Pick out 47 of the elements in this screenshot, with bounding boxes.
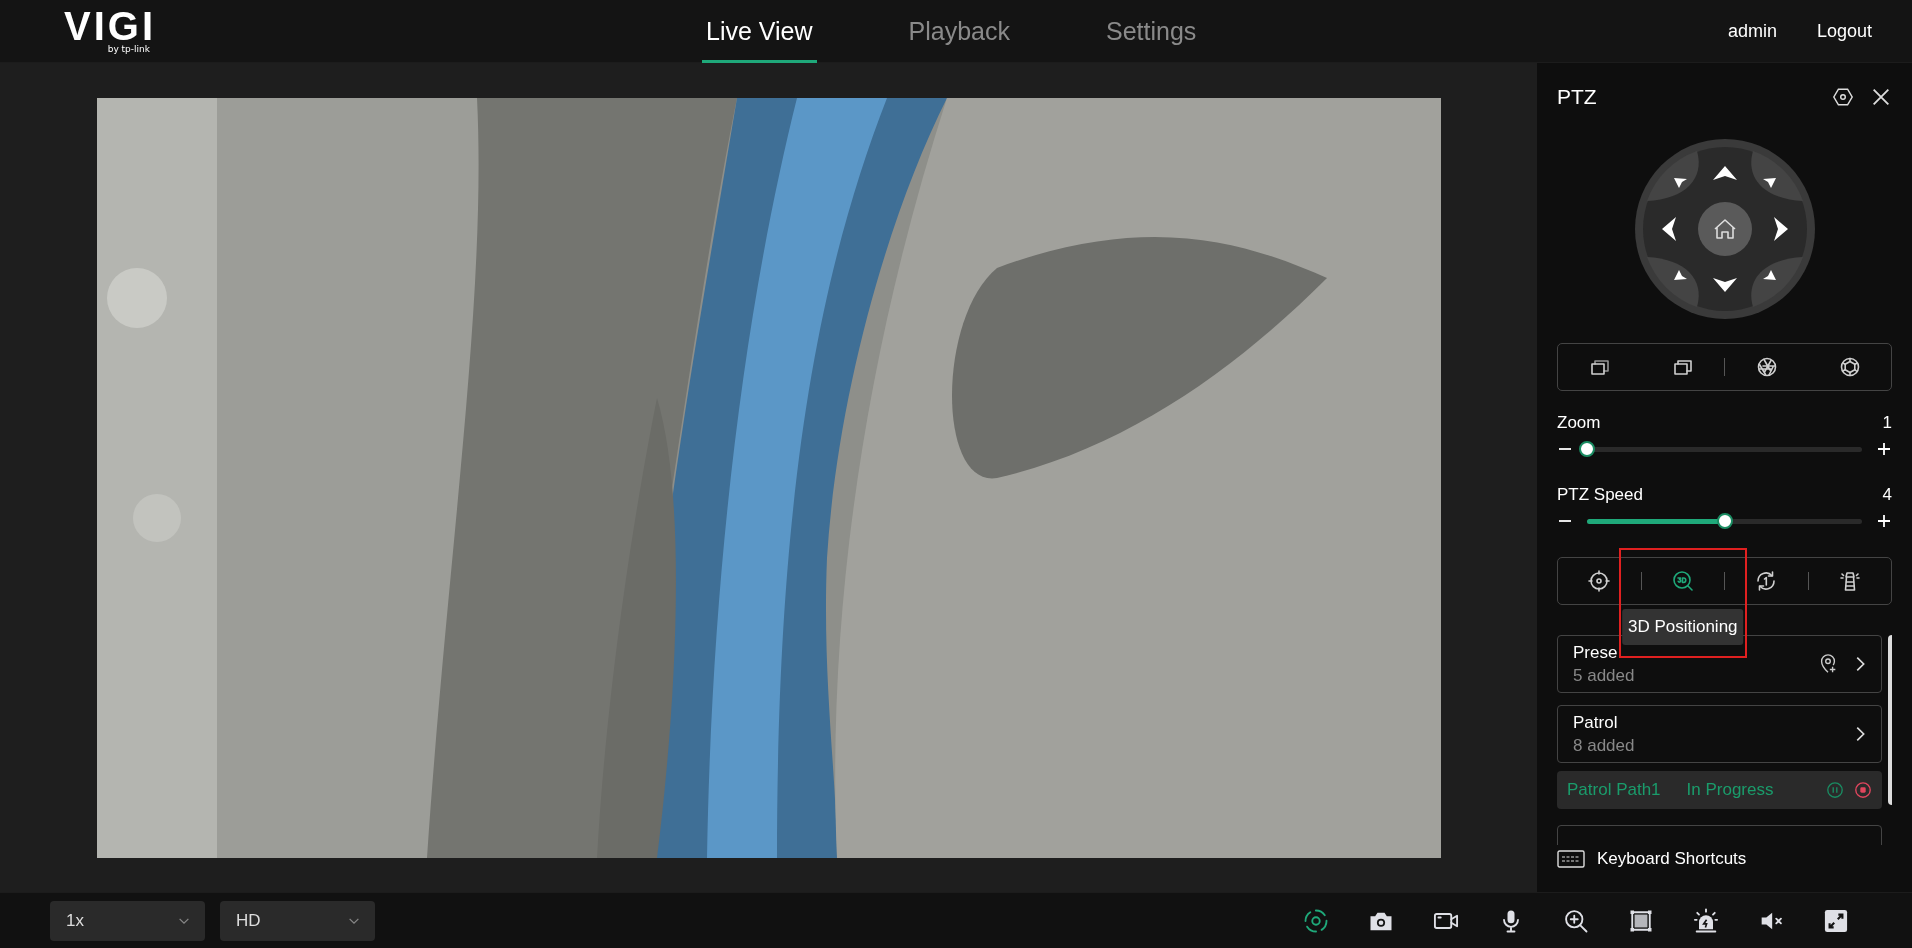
down-left-arrow-icon[interactable] — [1673, 270, 1687, 280]
slider-thumb[interactable] — [1579, 440, 1595, 457]
slider-label: Zoom — [1557, 413, 1601, 433]
logout-link[interactable]: Logout — [1816, 20, 1872, 42]
patrol-path-name: Patrol Path1 — [1567, 780, 1661, 800]
home-button[interactable] — [1697, 202, 1752, 256]
up-arrow-icon[interactable] — [1712, 166, 1737, 180]
tooltip: 3D Positioning — [1621, 609, 1744, 645]
close-icon[interactable] — [1870, 86, 1892, 108]
slider-value: 1 — [1882, 413, 1892, 433]
dropdown[interactable]: HD — [220, 900, 375, 941]
right-arrow-icon[interactable] — [1773, 217, 1788, 241]
list-card[interactable]: Patrol 8 added — [1557, 705, 1882, 763]
user-name: admin — [1727, 20, 1777, 42]
card-count: 5 added — [1573, 665, 1635, 686]
shortcuts-link[interactable]: Keyboard Shortcuts — [1597, 849, 1747, 869]
3d-search-icon[interactable] — [1670, 569, 1695, 593]
down-right-arrow-icon[interactable] — [1762, 270, 1776, 280]
direction-pad[interactable] — [1634, 139, 1815, 319]
list-card[interactable]: Prese 5 added — [1557, 635, 1882, 693]
logo-subtitle: by tp-link — [107, 43, 150, 55]
slider-label: PTZ Speed — [1557, 485, 1643, 505]
lighthouse-icon[interactable] — [1837, 569, 1862, 593]
nav-tab[interactable]: Settings — [1102, 0, 1201, 63]
down-arrow-icon[interactable] — [1712, 278, 1737, 292]
up-right-arrow-icon[interactable] — [1762, 178, 1776, 188]
card-title: Patrol — [1573, 712, 1618, 733]
slider-thumb[interactable] — [1716, 512, 1733, 529]
dropdown[interactable]: 1x — [50, 900, 205, 941]
patrol-status: In Progress — [1686, 780, 1774, 800]
card-title: Prese — [1573, 642, 1618, 663]
up-left-arrow-icon[interactable] — [1673, 178, 1687, 188]
plus-icon[interactable] — [1876, 513, 1892, 529]
crosshair-icon[interactable] — [1587, 569, 1612, 593]
plus-icon[interactable] — [1876, 441, 1892, 457]
panel-title: PTZ — [1557, 85, 1597, 109]
settings-icon[interactable] — [1832, 86, 1854, 108]
pause-icon[interactable] — [1825, 781, 1844, 799]
keyboard-icon[interactable] — [1557, 850, 1585, 868]
siren-icon[interactable] — [1692, 906, 1720, 935]
slider-value: 4 — [1882, 485, 1892, 505]
left-arrow-icon[interactable] — [1661, 217, 1676, 241]
stop-icon[interactable] — [1853, 781, 1872, 799]
nav-tab[interactable]: Playback — [904, 0, 1014, 63]
logo-text: VIGI — [63, 7, 156, 44]
home-icon — [1713, 219, 1736, 239]
card-count: 8 added — [1573, 735, 1635, 756]
